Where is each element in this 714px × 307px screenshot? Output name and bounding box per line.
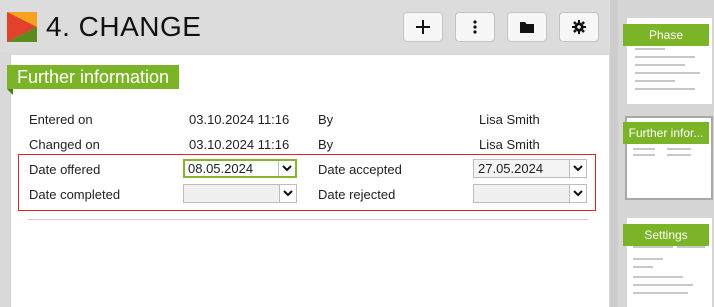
changed-on-label: Changed on xyxy=(29,137,100,152)
settings-button[interactable] xyxy=(559,12,599,42)
entered-on-value: 03.10.2024 11:16 xyxy=(189,112,290,127)
folder-icon xyxy=(520,22,534,33)
folder-button[interactable] xyxy=(507,12,547,42)
more-button[interactable] xyxy=(455,12,495,42)
thumbnail-label-further-information: Further infor... xyxy=(623,122,709,144)
section-divider xyxy=(28,219,588,220)
entered-by-value: Lisa Smith xyxy=(479,112,540,127)
app-logo-icon xyxy=(7,12,37,42)
thumbnail-label-phase: Phase xyxy=(623,24,709,46)
thumbnail-label-settings: Settings xyxy=(623,224,709,246)
section-title: Further information xyxy=(7,65,180,95)
chevron-down-icon[interactable] xyxy=(569,160,586,177)
chevron-down-icon[interactable] xyxy=(278,161,295,176)
gear-icon xyxy=(572,20,586,34)
chevron-down-icon[interactable] xyxy=(279,185,296,202)
date-completed-label: Date completed xyxy=(29,187,121,202)
date-rejected-label: Date rejected xyxy=(318,187,396,202)
plus-icon xyxy=(416,20,430,34)
entered-by-label: By xyxy=(318,112,334,127)
date-accepted-field[interactable]: 27.05.2024 xyxy=(473,159,587,178)
changed-on-value: 03.10.2024 11:16 xyxy=(189,137,290,152)
changed-by-label: By xyxy=(318,137,334,152)
date-accepted-value: 27.05.2024 xyxy=(478,161,544,176)
date-offered-field[interactable]: 08.05.2024 xyxy=(183,159,297,178)
changed-by-value: Lisa Smith xyxy=(479,137,540,152)
date-accepted-label: Date accepted xyxy=(318,162,402,177)
date-rejected-field[interactable] xyxy=(473,184,587,203)
vertical-scrollbar[interactable] xyxy=(610,0,618,307)
page-title: 4. CHANGE xyxy=(46,11,202,42)
date-offered-value: 08.05.2024 xyxy=(188,161,254,176)
chevron-down-icon[interactable] xyxy=(569,185,586,202)
add-button[interactable] xyxy=(403,12,443,42)
entered-on-label: Entered on xyxy=(29,112,93,127)
vertical-dots-icon xyxy=(473,20,477,34)
date-completed-field[interactable] xyxy=(183,184,297,203)
date-offered-label: Date offered xyxy=(29,162,101,177)
